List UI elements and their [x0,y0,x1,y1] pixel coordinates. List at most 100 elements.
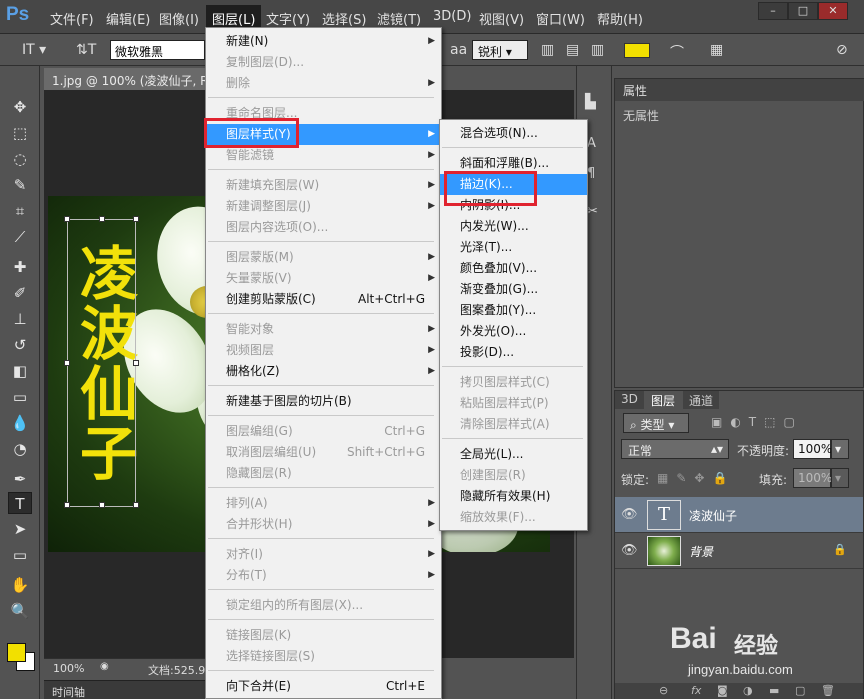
brush-tool-icon[interactable]: ✐ [8,282,32,304]
align-left-icon[interactable]: ▥ [541,42,554,58]
transform-handle[interactable] [99,216,105,222]
layer-menu-item[interactable]: 新建基于图层的切片(B) [206,391,441,412]
properties-tab[interactable]: 属性 [615,79,864,101]
blur-tool-icon[interactable]: 💧 [8,412,32,434]
transform-handle[interactable] [64,502,70,508]
menu-type[interactable]: 文字(Y) [266,9,310,28]
fill-input[interactable]: 100% [793,468,832,488]
layer-menu-item[interactable]: 新建(N) ▶ [206,31,441,52]
text-color-swatch[interactable] [624,43,650,58]
layer-row-background[interactable]: 👁 背景 🔒 [615,533,863,569]
menu-separator [208,538,434,539]
menu-window[interactable]: 窗口(W) [536,9,585,28]
paragraph-panel-icon[interactable]: ¶ [587,166,595,181]
close-icon[interactable]: ✕ [818,2,848,20]
zoom-tool-icon[interactable]: 🔍 [8,600,32,622]
transform-handle[interactable] [64,360,70,366]
layer-style-menu-item-label: 全局光(L)... [460,447,524,461]
timeline-tab[interactable]: 时间轴 [44,680,206,699]
layer-menu-item[interactable]: 栅格化(Z) ▶ [206,361,441,382]
history-panel-icon[interactable]: ▙ [585,94,596,110]
marquee-tool-icon[interactable]: ⬚ [8,122,32,144]
cancel-icon[interactable]: ⊘ [836,42,848,58]
gradient-tool-icon[interactable]: ▭ [8,386,32,408]
layer-name[interactable]: 凌波仙子 [689,507,737,524]
align-right-icon[interactable]: ▥ [591,42,604,58]
healing-brush-tool-icon[interactable]: ✚ [8,256,32,278]
eye-icon[interactable]: 👁 [621,543,638,558]
transform-handle[interactable] [133,502,139,508]
layer-name[interactable]: 背景 [689,543,713,560]
move-tool-icon[interactable]: ✥ [8,96,32,118]
path-selection-tool-icon[interactable]: ➤ [8,518,32,540]
layer-row-text[interactable]: 👁 T 凌波仙子 [615,497,863,533]
lock-icons[interactable]: ▦✎✥🔒 [657,471,735,485]
history-brush-tool-icon[interactable]: ↺ [8,334,32,356]
foreground-color-swatch[interactable] [7,643,26,662]
transform-handle[interactable] [64,216,70,222]
menu-image[interactable]: 图像(I) [159,9,199,28]
font-family-select[interactable]: 微软雅黑 [110,40,205,60]
tab-channels[interactable]: 通道 [683,391,720,409]
quick-select-tool-icon[interactable]: ✎ [8,174,32,196]
submenu-arrow-icon: ▶ [428,519,435,529]
blend-mode-select[interactable]: 正常 ▴▾ [621,439,729,459]
opacity-dropdown-icon[interactable]: ▾ [831,439,849,459]
menu-3d[interactable]: 3D(D) [433,9,471,24]
menu-layer[interactable]: 图层(L) [206,5,262,29]
tool-presets-icon[interactable]: ✂ [587,204,598,219]
layer-style-menu-item[interactable]: 图案叠加(Y)... [440,300,587,321]
layer-style-menu-item[interactable]: 光泽(T)... [440,237,587,258]
menu-filter[interactable]: 滤镜(T) [377,9,421,28]
text-bounding-box[interactable] [64,216,139,508]
warp-text-icon[interactable]: ⌒ [670,42,684,62]
layer-menu-item: 取消图层编组(U) Shift+Ctrl+G [206,442,441,463]
layer-style-menu-item[interactable]: 隐藏所有效果(H) [440,486,587,507]
stamp-tool-icon[interactable]: ⊥ [8,308,32,330]
lasso-tool-icon[interactable]: ◌ [8,148,32,170]
menu-file[interactable]: 文件(F) [50,9,94,28]
transform-handle[interactable] [133,360,139,366]
hand-tool-icon[interactable]: ✋ [8,574,32,596]
layer-style-menu-item[interactable]: 投影(D)... [440,342,587,363]
align-center-icon[interactable]: ▤ [566,42,579,58]
opacity-input[interactable]: 100% [793,439,832,459]
fill-dropdown-icon[interactable]: ▾ [831,468,849,488]
filter-icons[interactable]: ▣◐T⬚▢ [711,415,803,429]
layer-style-menu-item[interactable]: 全局光(L)... [440,444,587,465]
layer-menu-item[interactable]: 向下合并(E) Ctrl+E [206,676,441,697]
tab-layers[interactable]: 图层 [645,391,682,409]
transform-handle[interactable] [133,216,139,222]
layer-filter-select[interactable]: ⌕ 类型 ▾ [623,413,689,433]
layer-style-menu-item[interactable]: 混合选项(N)... [440,123,587,144]
maximize-icon[interactable]: □ [788,2,818,20]
tab-3d[interactable]: 3D [615,391,644,409]
eye-icon[interactable]: 👁 [621,507,638,522]
toggle-orientation-icon[interactable]: ⇅T [76,42,96,58]
status-info-icon[interactable]: ◉ [100,661,109,672]
document-tab[interactable]: 1.jpg @ 100% (凌波仙子, RG [44,68,206,90]
zoom-level[interactable]: 100% [53,662,84,675]
layer-menu-item[interactable]: 创建剪贴蒙版(C) Alt+Ctrl+G [206,289,441,310]
crop-tool-icon[interactable]: ⌗ [8,200,32,222]
layer-style-menu-item[interactable]: 渐变叠加(G)... [440,279,587,300]
menu-edit[interactable]: 编辑(E) [106,9,150,28]
type-tool-preset-icon[interactable]: IT ▾ [22,42,46,58]
eraser-tool-icon[interactable]: ◧ [8,360,32,382]
brush-panel-icon[interactable]: A [587,136,596,151]
eyedropper-tool-icon[interactable]: ⟋ [8,226,32,248]
layer-style-menu-item[interactable]: 颜色叠加(V)... [440,258,587,279]
minimize-icon[interactable]: – [758,2,788,20]
layer-style-menu-item[interactable]: 外发光(O)... [440,321,587,342]
shape-tool-icon[interactable]: ▭ [8,544,32,566]
transform-handle[interactable] [99,502,105,508]
type-tool-icon[interactable]: T [8,492,32,514]
pen-tool-icon[interactable]: ✒ [8,468,32,490]
menu-select[interactable]: 选择(S) [322,9,366,28]
menu-view[interactable]: 视图(V) [479,9,524,28]
character-panel-icon[interactable]: ▦ [710,42,723,58]
menu-help[interactable]: 帮助(H) [597,9,643,28]
antialias-select[interactable]: 锐利 ▾ [472,40,528,60]
layer-style-menu-item[interactable]: 内发光(W)... [440,216,587,237]
dodge-tool-icon[interactable]: ◔ [8,438,32,460]
